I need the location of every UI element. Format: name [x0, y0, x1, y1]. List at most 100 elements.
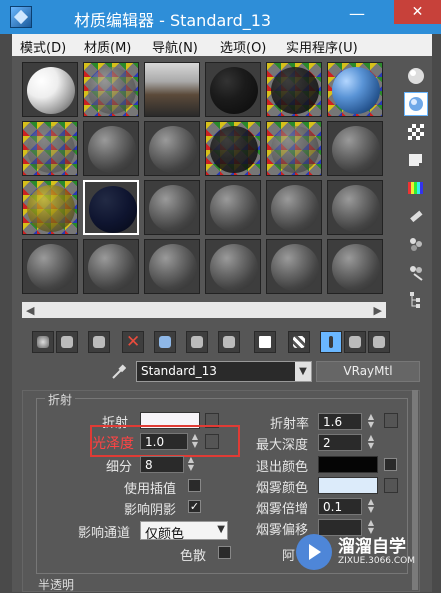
sample-slot[interactable] — [266, 121, 322, 176]
sample-slot[interactable] — [83, 62, 139, 117]
select-by-material-icon[interactable] — [404, 260, 428, 284]
ior-spinner[interactable]: ▲ ▼ — [366, 413, 376, 430]
sample-slot[interactable] — [83, 239, 139, 294]
material-preview-image — [145, 63, 199, 116]
translucency-rollout-title[interactable]: 半透明 — [38, 576, 74, 593]
reset-map-icon[interactable]: ✕ — [122, 331, 144, 353]
sample-slot[interactable] — [144, 180, 200, 235]
sample-uv-tiling-icon[interactable] — [404, 148, 428, 172]
menu-material[interactable]: 材质(M) — [84, 37, 131, 56]
sample-slot[interactable] — [205, 62, 261, 117]
menu-utilities[interactable]: 实用程序(U) — [286, 37, 358, 56]
abbe-label: 阿 — [282, 549, 296, 564]
max-depth-label: 最大深度 — [256, 438, 309, 453]
material-sphere — [271, 67, 319, 114]
material-name-field[interactable]: Standard_13 ▼ — [136, 361, 312, 382]
material-sphere — [88, 126, 136, 173]
material-sphere — [332, 126, 380, 173]
material-sphere — [149, 185, 197, 232]
sample-slot[interactable] — [205, 180, 261, 235]
fog-multiplier-label: 烟雾倍增 — [256, 502, 309, 517]
affect-channels-select[interactable]: 仅颜色 ▼ — [140, 521, 228, 542]
sample-type-sphere-icon[interactable] — [404, 64, 428, 88]
make-preview-icon[interactable] — [404, 204, 428, 228]
sample-slot[interactable] — [144, 239, 200, 294]
material-type-button[interactable]: VRayMtl — [316, 361, 420, 382]
chevron-down-icon: ▼ — [217, 524, 225, 535]
sample-slot[interactable] — [22, 239, 78, 294]
sample-slot[interactable] — [327, 62, 383, 117]
affect-shadows-label: 影响阴影 — [124, 503, 177, 518]
show-end-result-icon[interactable] — [320, 331, 342, 353]
show-map-in-viewport-icon[interactable] — [288, 331, 310, 353]
fog-multiplier-input[interactable]: 0.1 — [318, 498, 362, 515]
sample-slot[interactable] — [22, 121, 78, 176]
fog-color-map-button[interactable] — [384, 478, 398, 493]
ior-map-button[interactable] — [384, 413, 398, 428]
subdivs-input[interactable]: 8 — [140, 456, 184, 473]
exit-color-checkbox[interactable] — [384, 458, 397, 471]
max-depth-input[interactable]: 2 — [318, 434, 362, 451]
play-logo-icon — [296, 534, 332, 570]
sample-slot[interactable] — [266, 62, 322, 117]
sample-slots-scrollbar[interactable]: ◀ ▶ — [22, 302, 386, 318]
material-sphere — [271, 244, 319, 291]
video-color-check-icon[interactable] — [404, 176, 428, 200]
sample-slot[interactable] — [22, 180, 78, 235]
window-title: 材质编辑器 - Standard_13 — [74, 11, 272, 30]
sample-slot[interactable] — [327, 239, 383, 294]
watermark-subtitle: ZIXUE.3066.COM — [338, 556, 416, 566]
backlight-icon[interactable] — [404, 92, 428, 116]
exit-color-label: 退出颜色 — [256, 460, 309, 475]
put-to-library-icon[interactable] — [218, 331, 240, 353]
refraction-rollout-title[interactable]: 折射 — [45, 391, 76, 408]
subdivs-spinner[interactable]: ▲ ▼ — [186, 456, 196, 473]
get-material-icon[interactable] — [32, 331, 54, 353]
background-checker-icon[interactable] — [404, 120, 428, 144]
use-interpolation-checkbox[interactable] — [188, 479, 201, 492]
sample-slot[interactable] — [144, 121, 200, 176]
exit-color-swatch[interactable] — [318, 456, 378, 473]
dispersion-checkbox[interactable] — [218, 546, 231, 559]
ior-input[interactable]: 1.6 — [318, 413, 362, 430]
scroll-left-arrow-icon[interactable]: ◀ — [26, 304, 34, 317]
fog-multiplier-spinner[interactable]: ▲ ▼ — [366, 498, 376, 515]
material-sphere — [210, 126, 258, 173]
menu-options[interactable]: 选项(O) — [220, 37, 266, 56]
max-depth-spinner[interactable]: ▲ ▼ — [366, 434, 376, 451]
sample-slot[interactable] — [205, 121, 261, 176]
sample-slot[interactable] — [205, 239, 261, 294]
eyedropper-icon[interactable] — [110, 363, 127, 381]
sample-slot-selected[interactable] — [83, 180, 139, 235]
sample-slot[interactable] — [22, 62, 78, 117]
fog-color-swatch[interactable] — [318, 477, 378, 494]
make-unique-icon[interactable] — [186, 331, 208, 353]
sample-slot[interactable] — [266, 239, 322, 294]
assign-material-icon[interactable] — [88, 331, 110, 353]
scroll-right-arrow-icon[interactable]: ▶ — [374, 304, 382, 317]
material-sphere — [27, 244, 75, 291]
material-sphere — [88, 244, 136, 291]
put-material-to-scene-icon[interactable] — [56, 331, 78, 353]
watermark-title: 溜溜自学 — [338, 537, 406, 557]
material-sphere — [88, 67, 136, 114]
ior-label: 折射率 — [270, 417, 310, 432]
options-icon[interactable] — [404, 232, 428, 256]
material-id-channel-icon[interactable] — [254, 331, 276, 353]
sample-slot[interactable] — [266, 180, 322, 235]
dispersion-label: 色散 — [180, 549, 207, 564]
minimize-button[interactable]: — — [346, 6, 368, 28]
close-button[interactable]: ✕ — [394, 0, 441, 24]
sample-slot[interactable] — [83, 121, 139, 176]
affect-shadows-checkbox[interactable]: ✓ — [188, 500, 201, 513]
chevron-down-icon[interactable]: ▼ — [295, 362, 311, 381]
material-map-navigator-icon[interactable] — [404, 288, 428, 312]
menu-mode[interactable]: 模式(D) — [20, 37, 66, 56]
menu-navigation[interactable]: 导航(N) — [152, 37, 198, 56]
sample-slot[interactable] — [327, 180, 383, 235]
go-to-parent-icon[interactable] — [344, 331, 366, 353]
make-copy-icon[interactable] — [154, 331, 176, 353]
go-forward-to-sibling-icon[interactable] — [368, 331, 390, 353]
sample-slot[interactable] — [144, 62, 200, 117]
sample-slot[interactable] — [327, 121, 383, 176]
